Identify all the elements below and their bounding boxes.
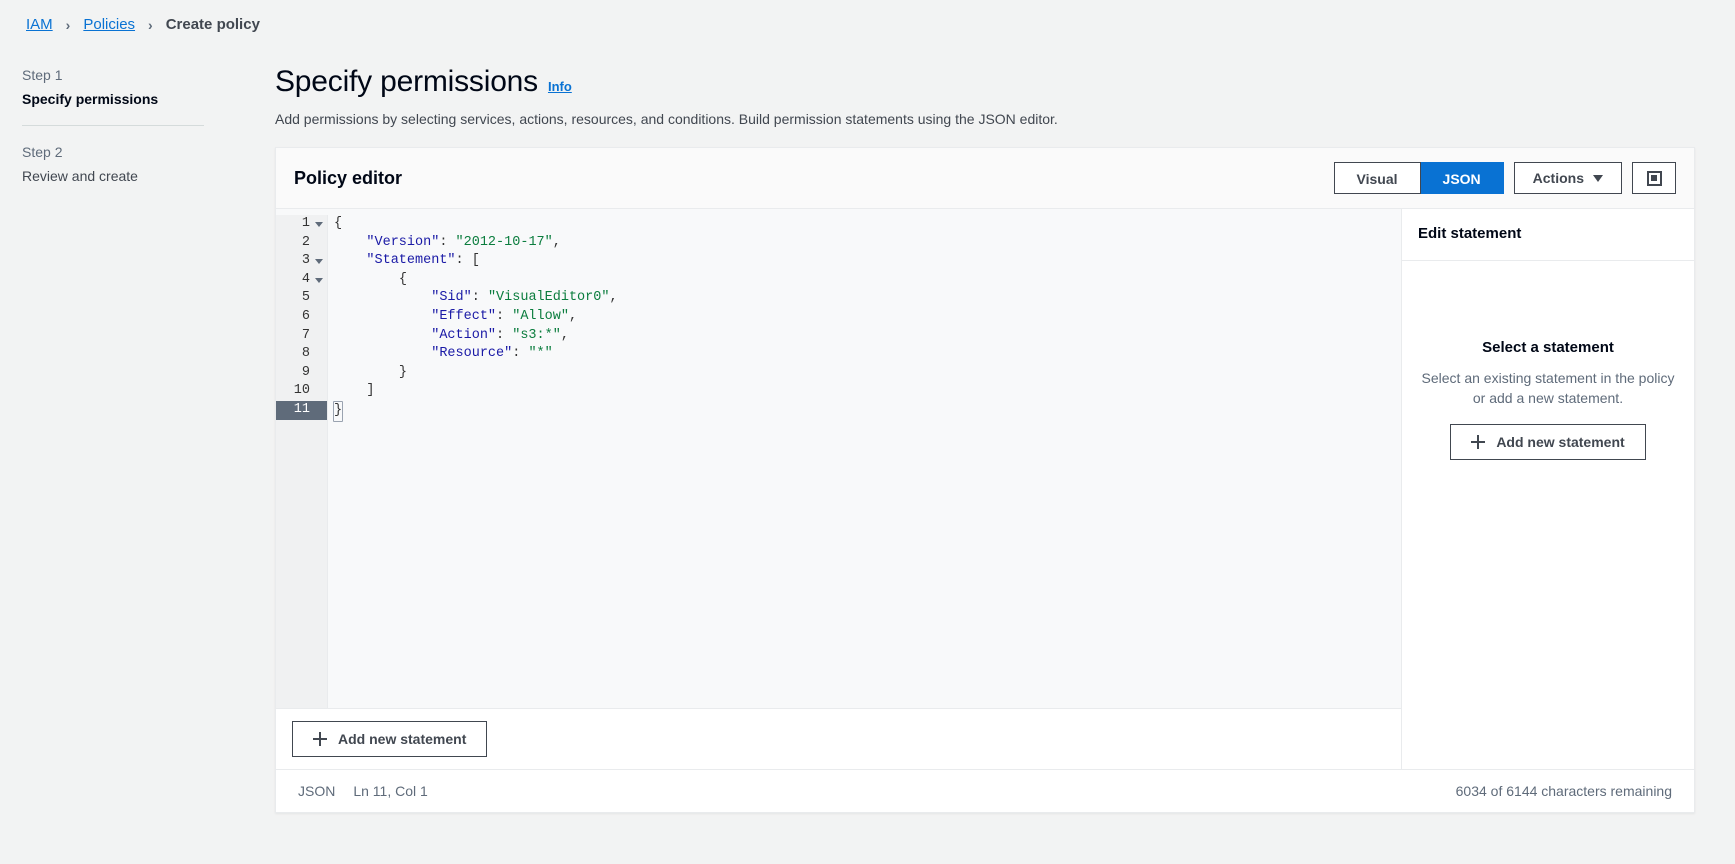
json-code-editor[interactable]: 1234567891011 { "Version": "2012-10-17",… bbox=[276, 209, 1402, 769]
line-number-8[interactable]: 8 bbox=[276, 345, 327, 364]
empty-state-title: Select a statement bbox=[1482, 339, 1614, 356]
panel-add-new-statement-button[interactable]: Add new statement bbox=[1450, 424, 1645, 460]
line-number-6[interactable]: 6 bbox=[276, 308, 327, 327]
line-number-11[interactable]: 11 bbox=[276, 401, 327, 420]
main-content: Specify permissions Info Add permissions… bbox=[275, 33, 1735, 813]
fold-placeholder bbox=[315, 389, 323, 394]
breadcrumb-item-iam[interactable]: IAM bbox=[24, 16, 55, 33]
breadcrumb: IAM › Policies › Create policy bbox=[0, 0, 1735, 33]
page-layout: Step 1 Specify permissions Step 2 Review… bbox=[0, 33, 1735, 813]
line-number-7[interactable]: 7 bbox=[276, 327, 327, 346]
fold-placeholder bbox=[315, 352, 323, 357]
fold-placeholder bbox=[315, 296, 323, 301]
breadcrumb-separator-icon: › bbox=[141, 18, 160, 32]
fold-triangle-icon[interactable] bbox=[315, 259, 323, 264]
page-title: Specify permissions bbox=[275, 65, 538, 99]
wizard-step-2[interactable]: Step 2 Review and create bbox=[22, 144, 275, 184]
line-number-gutter[interactable]: 1234567891011 bbox=[276, 215, 328, 708]
editor-mode-toggle: Visual JSON bbox=[1334, 162, 1504, 194]
fold-placeholder bbox=[315, 333, 323, 338]
code-line-8[interactable]: "Resource": "*" bbox=[334, 345, 1401, 364]
wizard-step-1-number: Step 1 bbox=[22, 67, 275, 83]
add-new-statement-label: Add new statement bbox=[338, 729, 466, 749]
policy-editor-header: Policy editor Visual JSON Actions bbox=[276, 148, 1694, 209]
fold-placeholder bbox=[315, 240, 323, 245]
status-format: JSON bbox=[298, 783, 335, 799]
line-number-10[interactable]: 10 bbox=[276, 382, 327, 401]
policy-editor-title: Policy editor bbox=[294, 168, 402, 189]
empty-state-description: Select an existing statement in the poli… bbox=[1420, 368, 1676, 408]
fold-placeholder bbox=[315, 371, 323, 376]
wizard-step-1-label: Specify permissions bbox=[22, 91, 275, 107]
code-line-6[interactable]: "Effect": "Allow", bbox=[334, 308, 1401, 327]
code-line-5[interactable]: "Sid": "VisualEditor0", bbox=[334, 289, 1401, 308]
policy-editor-body: 1234567891011 { "Version": "2012-10-17",… bbox=[276, 209, 1694, 769]
page-title-row: Specify permissions Info bbox=[275, 65, 1695, 99]
status-left-group: JSON Ln 11, Col 1 bbox=[298, 783, 428, 799]
line-number-5[interactable]: 5 bbox=[276, 289, 327, 308]
actions-dropdown-button[interactable]: Actions bbox=[1514, 162, 1622, 194]
wizard-step-2-label: Review and create bbox=[22, 168, 275, 184]
code-line-7[interactable]: "Action": "s3:*", bbox=[334, 327, 1401, 346]
actions-dropdown-label: Actions bbox=[1533, 168, 1584, 188]
status-cursor-position: Ln 11, Col 1 bbox=[353, 783, 427, 799]
visual-mode-button[interactable]: Visual bbox=[1334, 162, 1421, 194]
wizard-steps-sidebar: Step 1 Specify permissions Step 2 Review… bbox=[0, 33, 275, 184]
fold-placeholder bbox=[315, 315, 323, 320]
wizard-step-1[interactable]: Step 1 Specify permissions bbox=[22, 67, 275, 107]
breadcrumb-item-create-policy: Create policy bbox=[164, 16, 262, 33]
code-line-9[interactable]: } bbox=[334, 364, 1401, 383]
code-scroll-area[interactable]: 1234567891011 { "Version": "2012-10-17",… bbox=[276, 209, 1401, 708]
wizard-step-divider bbox=[22, 125, 204, 126]
line-number-3[interactable]: 3 bbox=[276, 252, 327, 271]
editor-status-bar: JSON Ln 11, Col 1 6034 of 6144 character… bbox=[276, 769, 1694, 812]
line-number-4[interactable]: 4 bbox=[276, 271, 327, 290]
code-line-11[interactable]: } bbox=[334, 401, 1401, 420]
breadcrumb-separator-icon: › bbox=[59, 18, 78, 32]
code-line-4[interactable]: { bbox=[334, 271, 1401, 290]
editor-footer: Add new statement bbox=[276, 708, 1401, 769]
code-line-10[interactable]: ] bbox=[334, 382, 1401, 401]
fold-triangle-icon[interactable] bbox=[315, 222, 323, 227]
breadcrumb-item-policies[interactable]: Policies bbox=[81, 16, 137, 33]
plus-icon bbox=[313, 732, 327, 746]
plus-icon bbox=[1471, 435, 1485, 449]
code-line-3[interactable]: "Statement": [ bbox=[334, 252, 1401, 271]
line-number-9[interactable]: 9 bbox=[276, 364, 327, 383]
add-new-statement-button[interactable]: Add new statement bbox=[292, 721, 487, 757]
line-number-2[interactable]: 2 bbox=[276, 234, 327, 253]
page-description: Add permissions by selecting services, a… bbox=[275, 109, 1695, 129]
code-line-2[interactable]: "Version": "2012-10-17", bbox=[334, 234, 1401, 253]
policy-editor-toolbar: Visual JSON Actions bbox=[1334, 162, 1676, 194]
fold-placeholder bbox=[315, 408, 323, 413]
json-mode-button[interactable]: JSON bbox=[1421, 162, 1504, 194]
edit-statement-empty-state: Select a statement Select an existing st… bbox=[1402, 261, 1694, 769]
line-number-1[interactable]: 1 bbox=[276, 215, 327, 234]
chevron-down-icon bbox=[1593, 175, 1603, 182]
edit-statement-header: Edit statement bbox=[1402, 209, 1694, 261]
status-character-count: 6034 of 6144 characters remaining bbox=[1456, 783, 1672, 799]
panel-add-new-statement-label: Add new statement bbox=[1496, 432, 1624, 452]
code-line-1[interactable]: { bbox=[334, 215, 1401, 234]
wizard-step-2-number: Step 2 bbox=[22, 144, 275, 160]
policy-editor-card: Policy editor Visual JSON Actions bbox=[275, 147, 1695, 813]
fold-triangle-icon[interactable] bbox=[315, 278, 323, 283]
fullscreen-toggle-button[interactable] bbox=[1632, 162, 1676, 194]
nested-square-icon bbox=[1647, 171, 1662, 186]
edit-statement-panel: Edit statement Select a statement Select… bbox=[1402, 209, 1694, 769]
info-link[interactable]: Info bbox=[548, 79, 572, 94]
code-content[interactable]: { "Version": "2012-10-17", "Statement": … bbox=[328, 215, 1401, 708]
